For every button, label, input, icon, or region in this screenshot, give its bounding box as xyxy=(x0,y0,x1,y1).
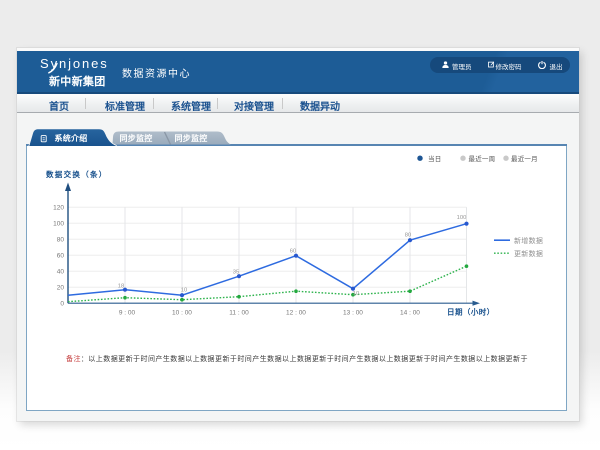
svg-text:同步监控: 同步监控 xyxy=(175,133,208,143)
svg-text:120: 120 xyxy=(53,204,64,211)
svg-text:10 : 00: 10 : 00 xyxy=(172,309,192,316)
svg-text:13 : 00: 13 : 00 xyxy=(343,309,363,316)
svg-text:数据交换（条）: 数据交换（条） xyxy=(46,169,108,179)
svg-text:60: 60 xyxy=(57,252,65,259)
svg-text:100: 100 xyxy=(457,215,467,221)
svg-text:10: 10 xyxy=(353,291,359,297)
svg-text:60: 60 xyxy=(290,248,296,254)
svg-text:35: 35 xyxy=(233,269,239,275)
svg-text:40: 40 xyxy=(57,268,65,275)
svg-text:最近一月: 最近一月 xyxy=(511,154,538,163)
svg-text:18: 18 xyxy=(118,283,124,289)
svg-text:新增数据: 新增数据 xyxy=(514,236,543,245)
svg-text:80: 80 xyxy=(57,236,65,243)
svg-text:10: 10 xyxy=(181,287,187,293)
svg-text:0: 0 xyxy=(60,300,64,307)
svg-text:80: 80 xyxy=(405,232,411,238)
svg-text:14 : 00: 14 : 00 xyxy=(400,309,420,316)
svg-text:12 : 00: 12 : 00 xyxy=(286,309,306,316)
svg-text:9 : 00: 9 : 00 xyxy=(119,309,136,316)
svg-text:同步监控: 同步监控 xyxy=(120,133,153,143)
svg-text:更新数据: 更新数据 xyxy=(514,249,543,258)
svg-text:最近一周: 最近一周 xyxy=(469,154,496,163)
svg-text:11 : 00: 11 : 00 xyxy=(229,309,249,316)
svg-text:20: 20 xyxy=(57,284,65,291)
svg-text:当日: 当日 xyxy=(428,154,441,163)
svg-text:系统介绍: 系统介绍 xyxy=(55,133,88,143)
svg-text:100: 100 xyxy=(53,220,64,227)
svg-text:日期（小时）: 日期（小时） xyxy=(447,306,495,316)
